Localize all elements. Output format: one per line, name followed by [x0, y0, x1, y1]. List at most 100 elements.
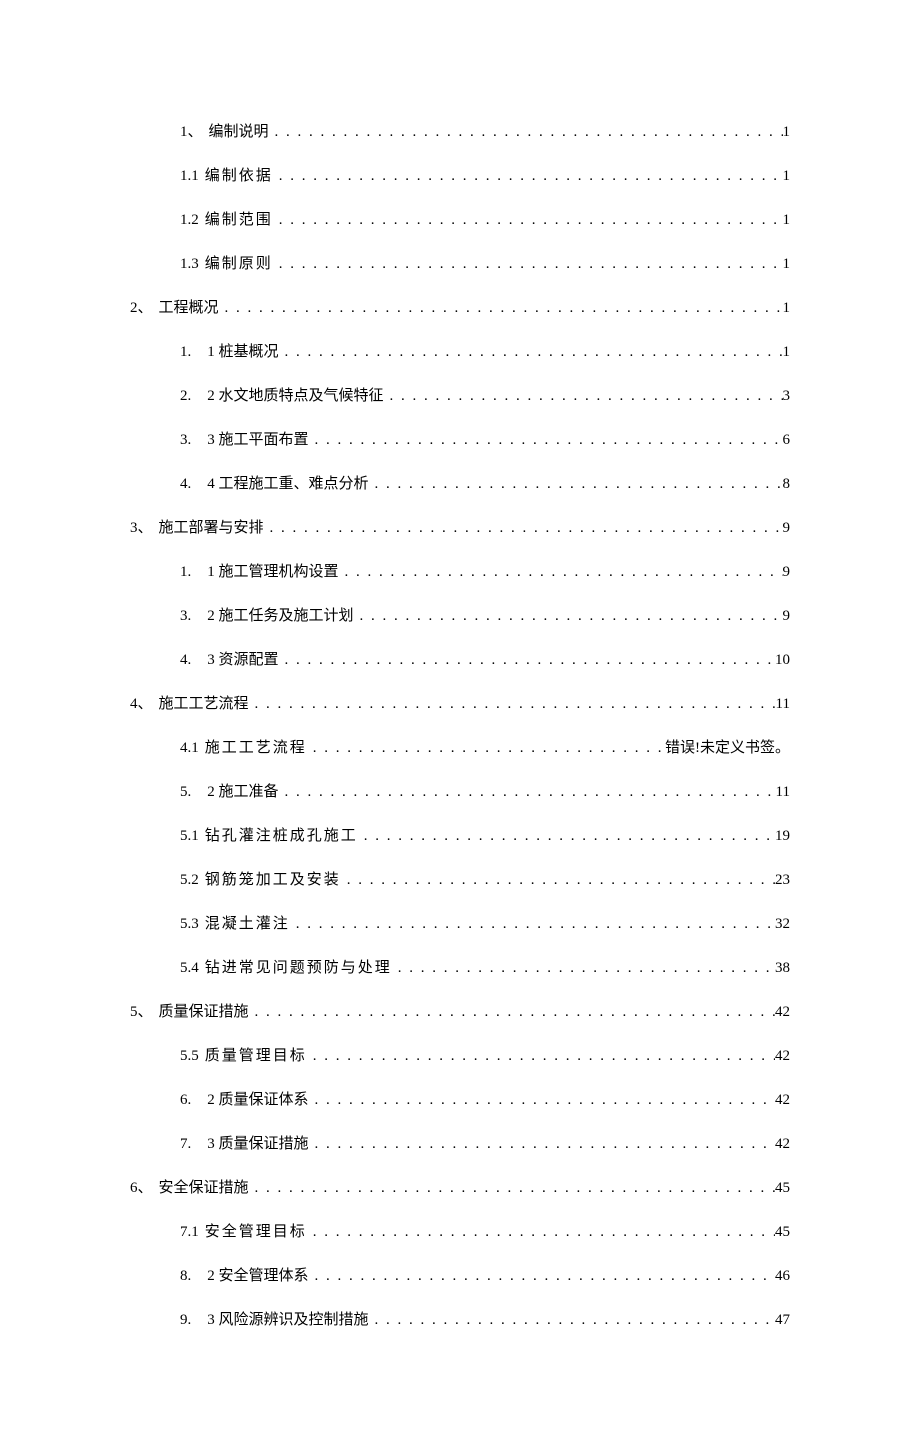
toc-entry: 6、安全保证措施. . . . . . . . . . . . . . . . … — [130, 1176, 790, 1200]
toc-number: 3. — [180, 604, 201, 628]
toc-page-number: 42 — [775, 1088, 790, 1112]
toc-page-number: 8 — [783, 472, 791, 496]
toc-page-number: 32 — [775, 912, 790, 936]
toc-number: 1.3 — [180, 252, 199, 276]
toc-leader-dots: . . . . . . . . . . . . . . . . . . . . … — [283, 340, 783, 364]
toc-page-number: 38 — [775, 956, 790, 980]
toc-entry: 1.1 桩基概况. . . . . . . . . . . . . . . . … — [180, 340, 790, 364]
toc-leader-dots: . . . . . . . . . . . . . . . . . . . . … — [345, 868, 775, 892]
toc-page-number: 9 — [783, 604, 791, 628]
toc-number: 1. — [180, 340, 201, 364]
toc-page-number: 1 — [783, 252, 791, 276]
toc-page-number: 6 — [783, 428, 791, 452]
toc-page-number: 47 — [775, 1308, 790, 1332]
toc-leader-dots: . . . . . . . . . . . . . . . . . . . . … — [277, 208, 783, 232]
toc-container: 1、编制说明. . . . . . . . . . . . . . . . . … — [130, 120, 790, 1332]
toc-number: 1. — [180, 560, 201, 584]
toc-number: 2. — [180, 384, 201, 408]
toc-page-number: 45 — [775, 1220, 790, 1244]
toc-entry: 1.3编制原则. . . . . . . . . . . . . . . . .… — [180, 252, 790, 276]
toc-number: 7.1 — [180, 1220, 199, 1244]
toc-page-number: 42 — [775, 1132, 790, 1156]
toc-leader-dots: . . . . . . . . . . . . . . . . . . . . … — [373, 472, 783, 496]
toc-title: 3 资源配置 — [201, 648, 282, 672]
toc-title: 编制原则 — [199, 252, 277, 276]
toc-number: 1.2 — [180, 208, 199, 232]
toc-title: 钢筋笼加工及安装 — [199, 868, 345, 892]
toc-entry: 9.3 风险源辨识及控制措施. . . . . . . . . . . . . … — [180, 1308, 790, 1332]
toc-entry: 3、施工部署与安排. . . . . . . . . . . . . . . .… — [130, 516, 790, 540]
toc-page-number: 1 — [783, 296, 791, 320]
toc-title: 3 风险源辨识及控制措施 — [201, 1308, 372, 1332]
toc-page-number: 42 — [775, 1044, 790, 1068]
toc-leader-dots: . . . . . . . . . . . . . . . . . . . . … — [313, 1264, 775, 1288]
toc-number: 5.5 — [180, 1044, 199, 1068]
toc-title: 2 质量保证体系 — [201, 1088, 312, 1112]
toc-number: 9. — [180, 1308, 201, 1332]
toc-page-number: 46 — [775, 1264, 790, 1288]
toc-entry: 4.3 资源配置. . . . . . . . . . . . . . . . … — [180, 648, 790, 672]
toc-number: 1.1 — [180, 164, 199, 188]
toc-page-number: 9 — [783, 560, 791, 584]
toc-entry: 1、编制说明. . . . . . . . . . . . . . . . . … — [180, 120, 790, 144]
toc-entry: 1.1编制依据. . . . . . . . . . . . . . . . .… — [180, 164, 790, 188]
toc-entry: 4、施工工艺流程. . . . . . . . . . . . . . . . … — [130, 692, 790, 716]
toc-leader-dots: . . . . . . . . . . . . . . . . . . . . … — [388, 384, 783, 408]
toc-title: 2 水文地质特点及气候特征 — [201, 384, 387, 408]
toc-number: 8. — [180, 1264, 201, 1288]
toc-leader-dots: . . . . . . . . . . . . . . . . . . . . … — [311, 736, 665, 760]
toc-title: 安全管理目标 — [199, 1220, 311, 1244]
toc-page-number: 19 — [775, 824, 790, 848]
toc-leader-dots: . . . . . . . . . . . . . . . . . . . . … — [358, 604, 783, 628]
toc-leader-dots: . . . . . . . . . . . . . . . . . . . . … — [311, 1044, 775, 1068]
toc-leader-dots: . . . . . . . . . . . . . . . . . . . . … — [253, 1000, 775, 1024]
toc-entry: 2、工程概况. . . . . . . . . . . . . . . . . … — [130, 296, 790, 320]
toc-entry: 5.2 施工准备. . . . . . . . . . . . . . . . … — [180, 780, 790, 804]
toc-number: 6、 — [130, 1176, 153, 1200]
toc-title: 质量保证措施 — [153, 1000, 253, 1024]
toc-page-number: 1 — [783, 208, 791, 232]
toc-page-number: 3 — [783, 384, 791, 408]
toc-title: 3 质量保证措施 — [201, 1132, 312, 1156]
toc-title: 3 施工平面布置 — [201, 428, 312, 452]
toc-page-number: 45 — [775, 1176, 790, 1200]
toc-page-number: 1 — [783, 164, 791, 188]
toc-number: 2、 — [130, 296, 153, 320]
toc-entry: 8.2 安全管理体系. . . . . . . . . . . . . . . … — [180, 1264, 790, 1288]
toc-page-number: 10 — [775, 648, 790, 672]
toc-leader-dots: . . . . . . . . . . . . . . . . . . . . … — [253, 692, 776, 716]
toc-leader-dots: . . . . . . . . . . . . . . . . . . . . … — [396, 956, 775, 980]
toc-page-number: 1 — [783, 340, 791, 364]
toc-title: 施工工艺流程 — [199, 736, 311, 760]
toc-leader-dots: . . . . . . . . . . . . . . . . . . . . … — [373, 1308, 775, 1332]
toc-entry: 7.3 质量保证措施. . . . . . . . . . . . . . . … — [180, 1132, 790, 1156]
toc-title: 1 桩基概况 — [201, 340, 282, 364]
toc-number: 5.1 — [180, 824, 199, 848]
toc-entry: 5.5质量管理目标. . . . . . . . . . . . . . . .… — [180, 1044, 790, 1068]
toc-leader-dots: . . . . . . . . . . . . . . . . . . . . … — [277, 164, 783, 188]
toc-page-number: 23 — [775, 868, 790, 892]
toc-title: 编制范围 — [199, 208, 277, 232]
toc-entry: 4.4 工程施工重、难点分析. . . . . . . . . . . . . … — [180, 472, 790, 496]
toc-number: 4.1 — [180, 736, 199, 760]
toc-leader-dots: . . . . . . . . . . . . . . . . . . . . … — [268, 516, 783, 540]
toc-leader-dots: . . . . . . . . . . . . . . . . . . . . … — [294, 912, 775, 936]
toc-title: 质量管理目标 — [199, 1044, 311, 1068]
toc-leader-dots: . . . . . . . . . . . . . . . . . . . . … — [253, 1176, 775, 1200]
toc-number: 1、 — [180, 120, 203, 144]
toc-number: 5.2 — [180, 868, 199, 892]
toc-number: 4、 — [130, 692, 153, 716]
toc-leader-dots: . . . . . . . . . . . . . . . . . . . . … — [223, 296, 783, 320]
toc-number: 3. — [180, 428, 201, 452]
toc-leader-dots: . . . . . . . . . . . . . . . . . . . . … — [313, 428, 783, 452]
toc-number: 4. — [180, 472, 201, 496]
toc-title: 编制说明 — [203, 120, 273, 144]
toc-leader-dots: . . . . . . . . . . . . . . . . . . . . … — [283, 780, 776, 804]
toc-entry: 3.2 施工任务及施工计划. . . . . . . . . . . . . .… — [180, 604, 790, 628]
toc-title: 工程概况 — [153, 296, 223, 320]
toc-leader-dots: . . . . . . . . . . . . . . . . . . . . … — [273, 120, 783, 144]
toc-title: 1 施工管理机构设置 — [201, 560, 342, 584]
toc-page-number: 错误!未定义书签。 — [665, 736, 790, 760]
toc-title: 编制依据 — [199, 164, 277, 188]
toc-number: 5、 — [130, 1000, 153, 1024]
